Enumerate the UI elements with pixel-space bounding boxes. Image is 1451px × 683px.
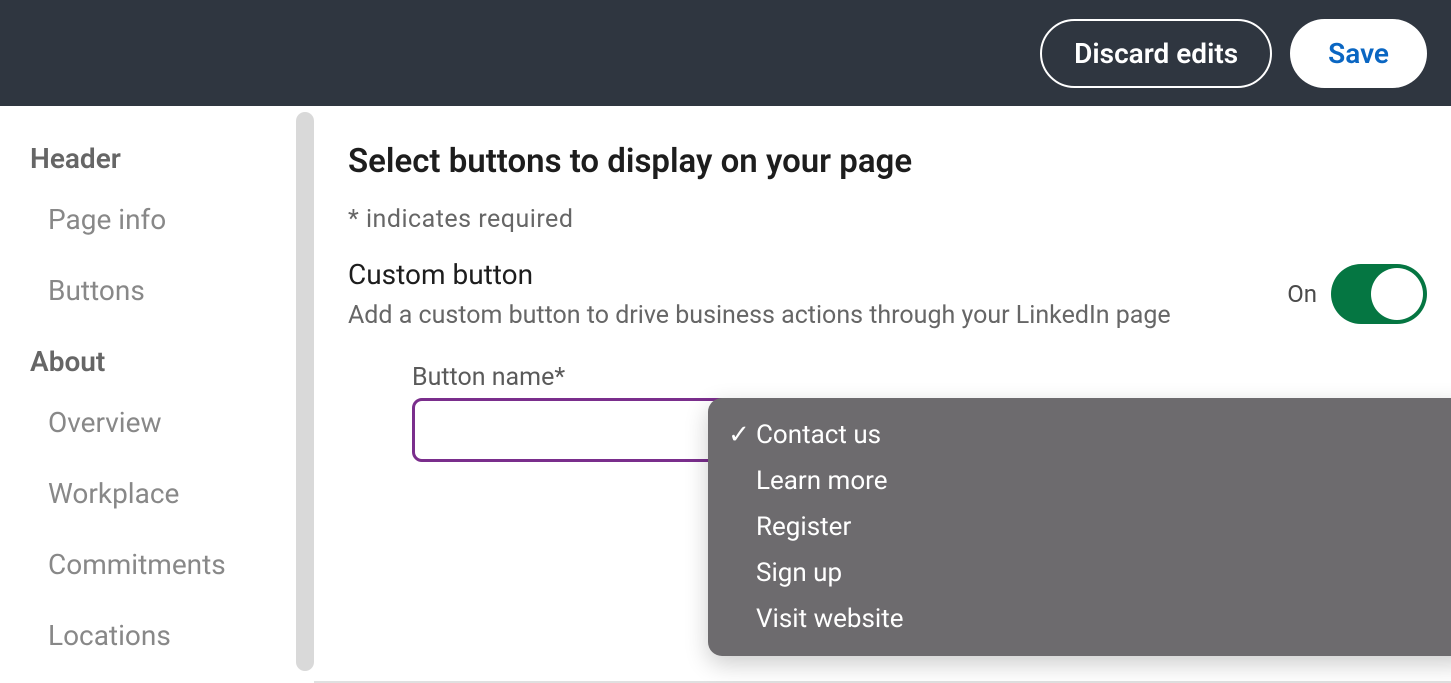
main-content: Select buttons to display on your page *… <box>314 106 1451 677</box>
dropdown-option-sign-up[interactable]: Sign up <box>708 550 1451 596</box>
dropdown-option-contact-us[interactable]: ✓ Contact us <box>708 412 1451 458</box>
custom-button-title: Custom button <box>348 258 1263 291</box>
dropdown-option-visit-website[interactable]: Visit website <box>708 596 1451 642</box>
page-title: Select buttons to display on your page <box>348 142 1427 181</box>
sidebar-group-header[interactable]: Header <box>30 142 314 175</box>
dropdown-option-label: Learn more <box>756 466 888 496</box>
toggle-state-label: On <box>1287 280 1317 308</box>
sidebar-scrollbar[interactable] <box>296 112 314 671</box>
sidebar-item-buttons[interactable]: Buttons <box>48 274 314 307</box>
check-icon: ✓ <box>726 420 752 450</box>
dropdown-option-label: Visit website <box>756 604 904 634</box>
required-indicator-note: * indicates required <box>348 205 1427 234</box>
custom-button-toggle-wrap: On <box>1287 264 1427 324</box>
button-name-label: Button name* <box>412 363 1427 392</box>
sidebar-item-page-info[interactable]: Page info <box>48 203 314 236</box>
sidebar-group-about[interactable]: About <box>30 345 314 378</box>
sidebar-item-locations[interactable]: Locations <box>48 619 314 652</box>
top-bar: Discard edits Save <box>0 0 1451 106</box>
custom-button-description: Add a custom button to drive business ac… <box>348 299 1263 333</box>
sidebar-item-overview[interactable]: Overview <box>48 406 314 439</box>
dropdown-option-label: Register <box>756 512 851 542</box>
sidebar-item-commitments[interactable]: Commitments <box>48 548 314 581</box>
page-layout: Header Page info Buttons About Overview … <box>0 106 1451 677</box>
button-name-dropdown: ✓ Contact us Learn more Register Sign up… <box>708 398 1451 656</box>
dropdown-option-register[interactable]: Register <box>708 504 1451 550</box>
custom-button-text: Custom button Add a custom button to dri… <box>348 258 1263 333</box>
sidebar-item-workplace[interactable]: Workplace <box>48 477 314 510</box>
custom-button-section: Custom button Add a custom button to dri… <box>348 258 1427 333</box>
sidebar: Header Page info Buttons About Overview … <box>0 106 314 677</box>
toggle-knob <box>1371 268 1423 320</box>
dropdown-option-label: Sign up <box>756 558 842 588</box>
save-button[interactable]: Save <box>1290 19 1427 88</box>
dropdown-option-label: Contact us <box>756 420 881 450</box>
custom-button-toggle[interactable] <box>1331 264 1427 324</box>
dropdown-option-learn-more[interactable]: Learn more <box>708 458 1451 504</box>
discard-edits-button[interactable]: Discard edits <box>1040 19 1272 88</box>
